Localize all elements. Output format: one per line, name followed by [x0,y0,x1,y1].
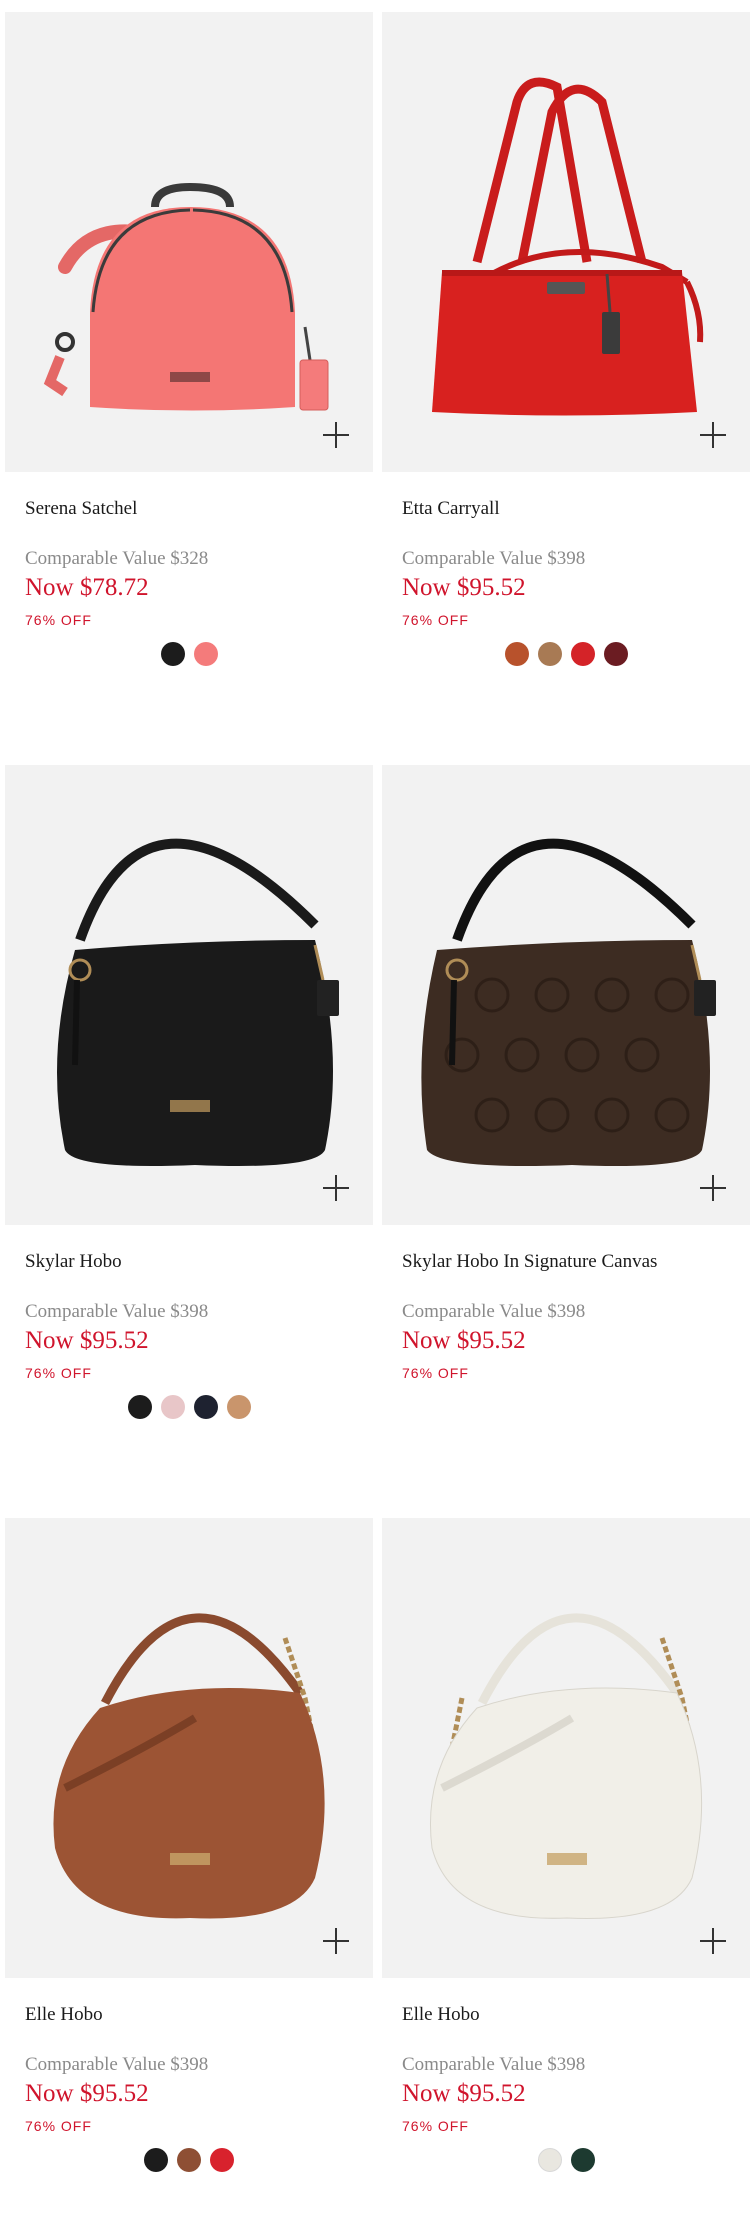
product-image[interactable] [382,1518,750,1978]
color-swatch[interactable] [570,642,595,666]
add-to-bag-button[interactable] [700,422,726,448]
color-swatch[interactable] [160,1395,185,1419]
color-swatches [382,2148,750,2174]
add-to-bag-button[interactable] [323,1175,349,1201]
sale-price: Now $95.52 [402,574,526,601]
product-image[interactable] [5,1518,373,1978]
color-swatch[interactable] [504,642,529,666]
elle-hobo-chalk-image [429,1613,703,1919]
satchel-bag-image [43,182,329,411]
color-swatch[interactable] [160,642,185,666]
discount-label: 76% OFF [402,612,469,628]
color-swatch[interactable] [144,2148,168,2172]
comparable-value: Comparable Value $328 [25,548,209,569]
color-swatch[interactable] [570,2148,595,2172]
add-to-bag-button[interactable] [700,1928,726,1954]
sale-price: Now $95.52 [402,1327,526,1354]
comparable-value: Comparable Value $398 [25,2054,209,2075]
add-to-bag-button[interactable] [700,1175,726,1201]
color-swatch[interactable] [226,1395,251,1419]
hobo-bag-image [57,838,339,1166]
elle-hobo-brown-image [53,1613,325,1919]
color-swatch[interactable] [193,1395,218,1419]
color-swatches [5,1395,373,1421]
sale-price: Now $78.72 [25,574,149,601]
color-swatch[interactable] [210,2148,234,2172]
comparable-value: Comparable Value $398 [25,1301,209,1322]
color-swatch[interactable] [537,2148,562,2172]
product-image[interactable] [382,765,750,1225]
color-swatch[interactable] [537,642,562,666]
comparable-value: Comparable Value $398 [402,2054,586,2075]
discount-label: 76% OFF [25,1365,92,1381]
sale-price: Now $95.52 [402,2080,526,2107]
product-image[interactable] [5,765,373,1225]
discount-label: 76% OFF [402,2118,469,2134]
product-name[interactable]: Serena Satchel [25,496,285,522]
color-swatches [5,2148,373,2174]
add-to-bag-button[interactable] [323,1928,349,1954]
product-image[interactable] [382,12,750,472]
discount-label: 76% OFF [25,2118,92,2134]
signature-canvas-hobo-image [421,838,716,1166]
sale-price: Now $95.52 [25,2080,149,2107]
product-name[interactable]: Etta Carryall [402,496,662,522]
carryall-bag-image [432,77,704,416]
product-name[interactable]: Elle Hobo [25,2002,285,2028]
color-swatches [5,642,373,668]
color-swatch[interactable] [127,1395,152,1419]
product-image[interactable] [5,12,373,472]
color-swatch[interactable] [193,642,218,666]
color-swatches [382,642,750,668]
product-name[interactable]: Elle Hobo [402,2002,662,2028]
add-to-bag-button[interactable] [323,422,349,448]
color-swatch[interactable] [603,642,628,666]
discount-label: 76% OFF [402,1365,469,1381]
discount-label: 76% OFF [25,612,92,628]
color-swatch[interactable] [177,2148,201,2172]
comparable-value: Comparable Value $398 [402,548,586,569]
sale-price: Now $95.52 [25,1327,149,1354]
comparable-value: Comparable Value $398 [402,1301,586,1322]
product-name[interactable]: Skylar Hobo [25,1249,285,1275]
product-name[interactable]: Skylar Hobo In Signature Canvas [402,1249,662,1275]
